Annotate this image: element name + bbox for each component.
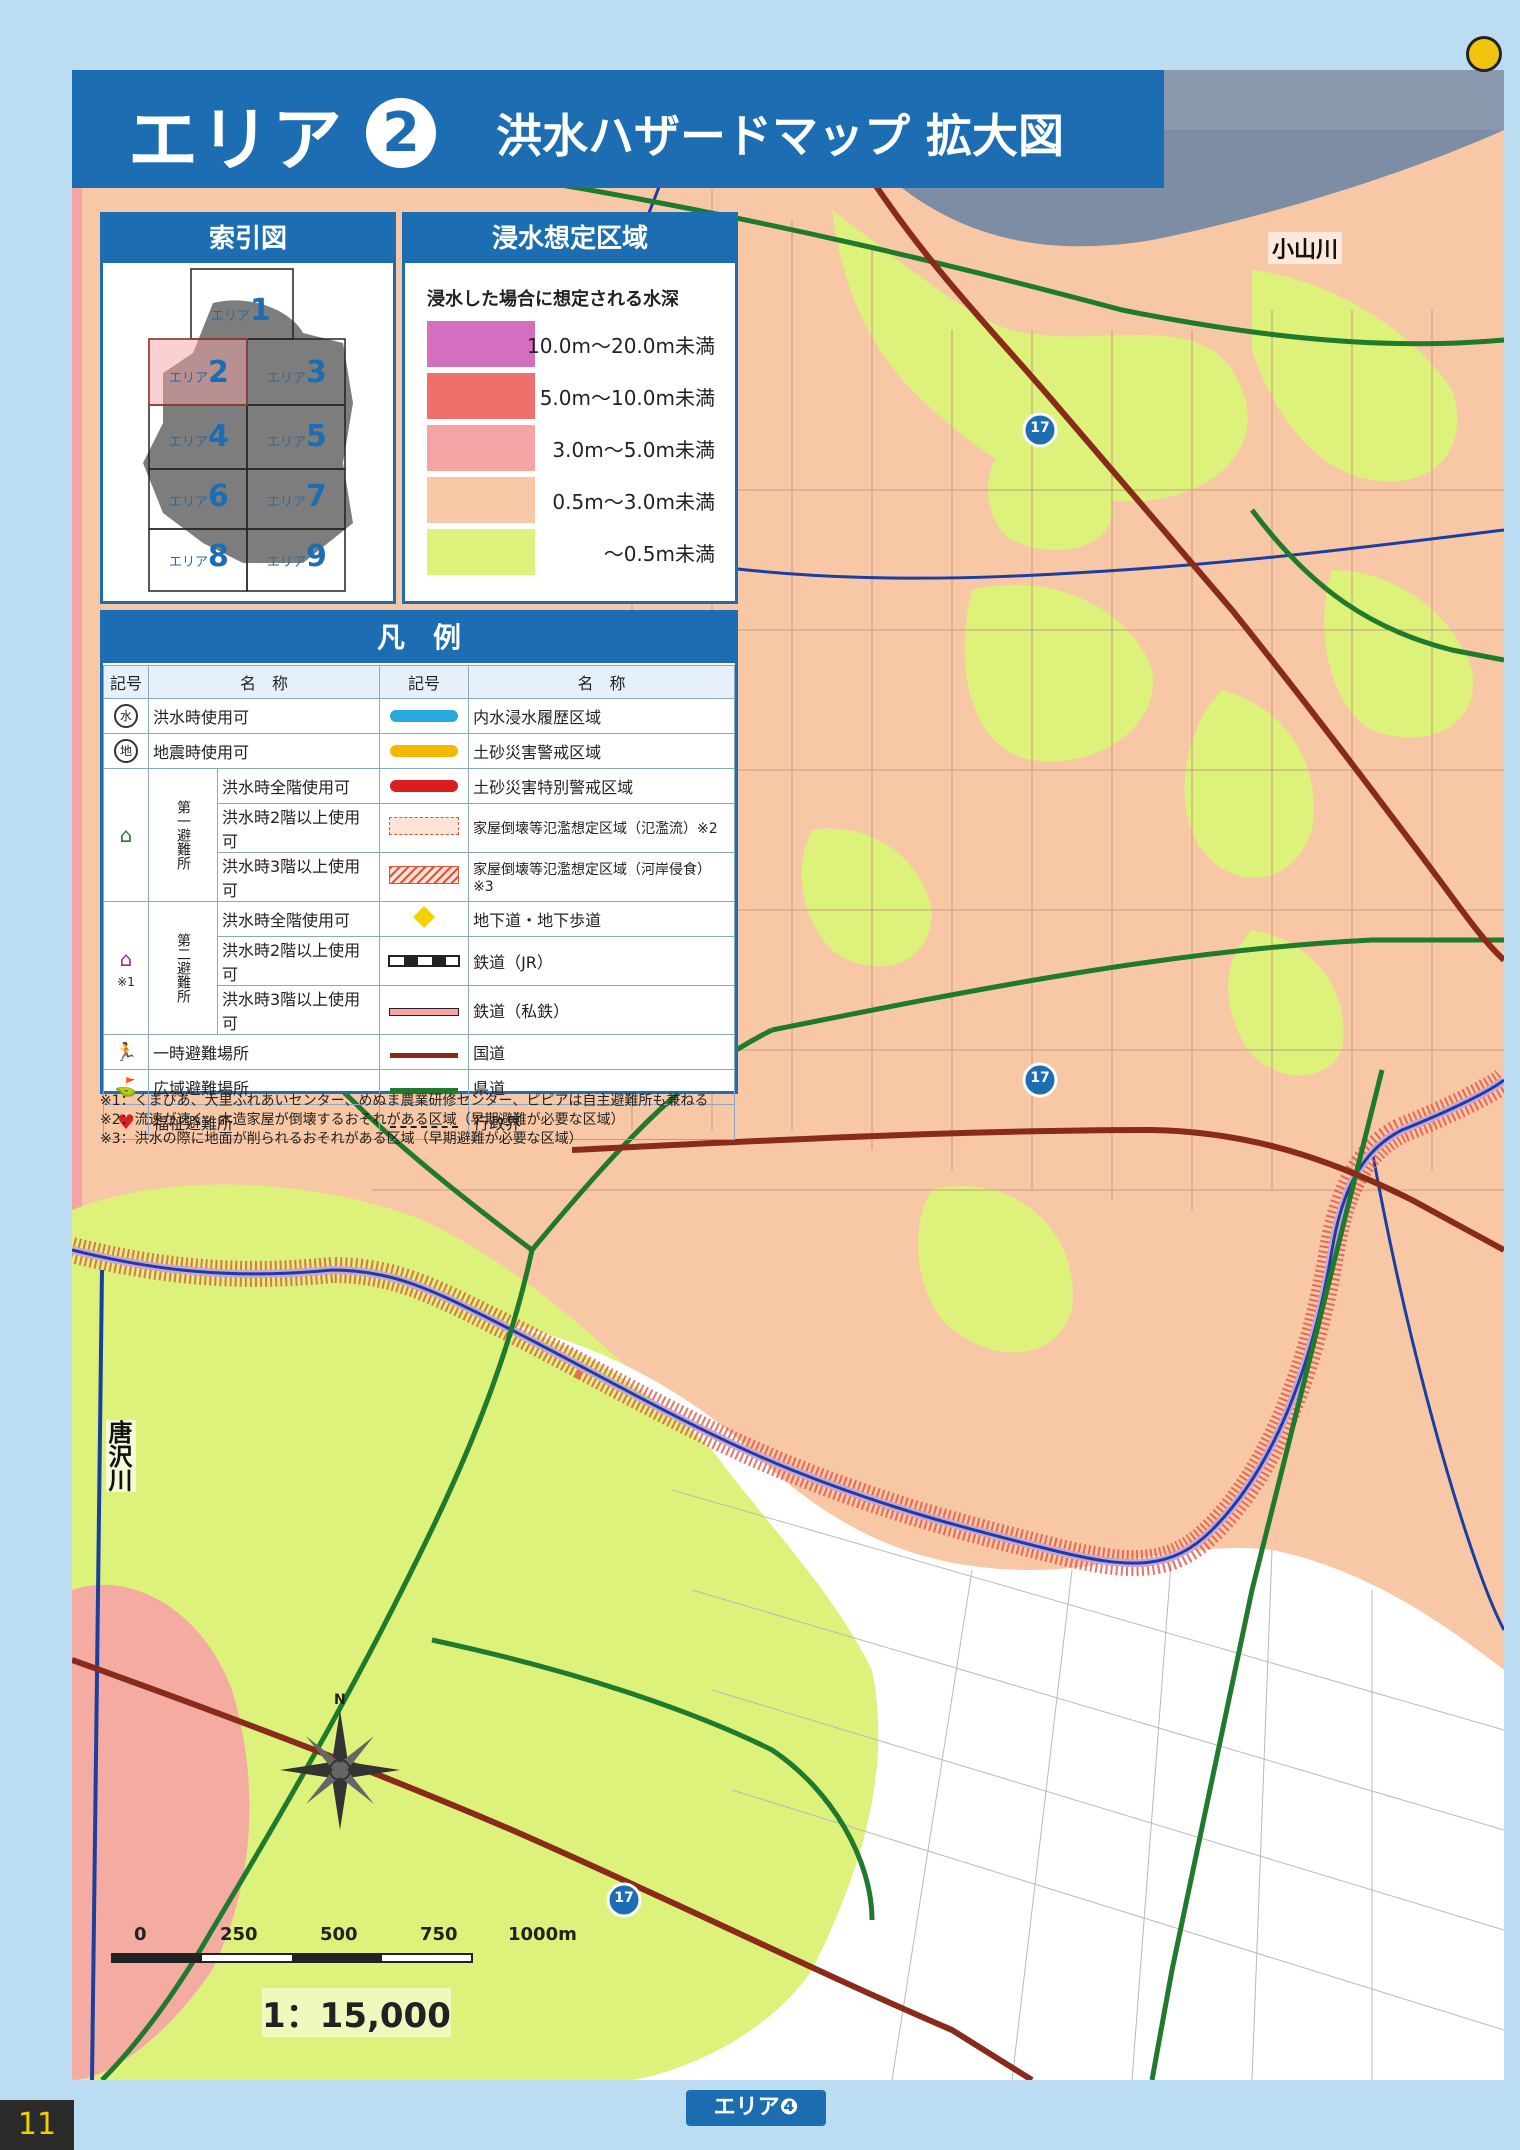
route-17-label: 17	[1030, 420, 1050, 436]
scale-tick-750: 750	[420, 1924, 458, 1945]
quake-use-icon: 地	[114, 739, 138, 763]
depth-row-10-20m: 10.0m～20.0m未満	[427, 321, 727, 367]
primary-floor2-label: 洪水時2階以上使用可	[216, 803, 381, 853]
index-cell-3[interactable]: エリア3	[267, 355, 327, 390]
flood-zone-caption: 浸水した場合に想定される水深	[427, 289, 679, 310]
index-cell-1[interactable]: エリア1	[211, 293, 271, 328]
landslide-warning-swatch	[390, 744, 459, 757]
col-name: 名 称	[147, 665, 381, 699]
col-name-2: 名 称	[468, 665, 735, 699]
primary-all-floors-label: 洪水時全階使用可	[216, 768, 381, 804]
page-title: エリア	[128, 99, 344, 181]
note-1: ※1：くまぴあ、大里ふれあいセンター、めぬま農業研修センター、ピピアは自主避難所…	[100, 1093, 709, 1109]
compass-north-label: N	[334, 1692, 346, 1708]
depth-row-3-5m: 3.0m～5.0m未満	[427, 425, 727, 471]
index-cell-5[interactable]: エリア5	[267, 419, 327, 454]
national-road-label: 国道	[468, 1034, 735, 1070]
depth-row-5-10m: 5.0m～10.0m未満	[427, 373, 727, 419]
gray-industrial-area	[1164, 70, 1504, 130]
symbol-legend-heading: 凡 例	[103, 613, 735, 663]
index-cell-4[interactable]: エリア4	[169, 419, 229, 454]
private-rail-label: 鉄道（私鉄）	[468, 985, 735, 1035]
inland-flood-history-label: 内水浸水履歴区域	[468, 698, 735, 734]
route-17-label: 17	[1030, 1070, 1050, 1086]
underpass-icon	[413, 906, 436, 928]
index-map-heading: 索引図	[103, 215, 393, 263]
jr-rail-label: 鉄道（JR）	[468, 936, 735, 986]
temp-evac-label: 一時避難場所	[147, 1034, 381, 1070]
scale-ratio: 1：15,000	[262, 1988, 451, 2037]
symbol-legend-table: 記号 名 称 記号 名 称 水 洪水時使用可 内水浸水履歴区域 地 地震時使用可…	[103, 665, 735, 1140]
index-map-panel: 索引図 エリア1 エリア2 エリア3 エリア4 エリア5 エリア6 エリア7 エ…	[100, 212, 396, 604]
national-road-swatch	[390, 1052, 459, 1058]
page-subtitle: 洪水ハザードマップ 拡大図	[496, 109, 1065, 163]
flood-zone-panel: 浸水想定区域 浸水した場合に想定される水深 10.0m～20.0m未満 5.0m…	[402, 212, 738, 604]
quake-use-label: 地震時使用可	[147, 733, 381, 769]
index-cell-6[interactable]: エリア6	[169, 479, 229, 514]
bank-erosion-swatch	[389, 866, 460, 884]
corner-mark-icon	[1466, 36, 1502, 72]
next-area-tab[interactable]: エリア❹	[686, 2090, 826, 2126]
primary-shelter-label: 第一避難所	[148, 768, 218, 902]
scale-tick-0: 0	[134, 1924, 147, 1945]
underpass-label: 地下道・地下歩道	[468, 901, 735, 937]
jr-rail-swatch	[388, 954, 461, 967]
scale-tick-500: 500	[320, 1924, 358, 1945]
flood-flow-label: 家屋倒壊等氾濫想定区域（氾濫流）※2	[468, 803, 735, 853]
landslide-special-label: 土砂災害特別警戒区域	[468, 768, 735, 804]
scale-tick-250: 250	[220, 1924, 258, 1945]
note-2: ※2：流速が速く、木造家屋が倒壊するおそれがある区域（早期避難が必要な区域）	[100, 1112, 625, 1128]
landslide-warning-label: 土砂災害警戒区域	[468, 733, 735, 769]
flood-zone-3-5m	[72, 170, 82, 1270]
depth-row-under-0-5m: ～0.5m未満	[427, 529, 727, 575]
flood-flow-swatch	[389, 817, 460, 835]
scale-bar	[111, 1953, 473, 1963]
bank-erosion-label: 家屋倒壊等氾濫想定区域（河岸侵食）※3	[468, 852, 735, 902]
temp-evac-icon: 🏃	[114, 1041, 138, 1063]
depth-row-0-5-3m: 0.5m～3.0m未満	[427, 477, 727, 523]
primary-floor3-label: 洪水時3階以上使用可	[216, 852, 381, 902]
col-symbol: 記号	[103, 665, 149, 699]
index-cell-8[interactable]: エリア8	[169, 539, 229, 574]
index-cell-2[interactable]: エリア2	[169, 355, 229, 390]
index-cell-7[interactable]: エリア7	[267, 479, 327, 514]
route-17-label: 17	[614, 1890, 634, 1906]
karasawa-river-label: 唐沢川	[104, 1420, 136, 1492]
note-3: ※3：洪水の際に地面が削られるおそれがある区域（早期避難が必要な区域）	[100, 1131, 583, 1147]
secondary-shelter-label: 第二避難所	[148, 901, 218, 1035]
col-symbol-2: 記号	[379, 665, 470, 699]
koyama-river-label: 小山川	[1268, 232, 1343, 264]
shelter-primary-icon: ⌂	[119, 823, 133, 847]
scale-tick-1000: 1000m	[508, 1924, 577, 1945]
note1-mark: ※1	[117, 974, 135, 989]
private-rail-swatch	[389, 1007, 460, 1016]
index-cell-9[interactable]: エリア9	[267, 539, 327, 574]
shelter-secondary-icon: ⌂	[119, 946, 133, 971]
secondary-floor3-label: 洪水時3階以上使用可	[216, 985, 381, 1035]
secondary-all-floors-label: 洪水時全階使用可	[216, 901, 381, 937]
legend-notes: ※1：くまぴあ、大里ふれあいセンター、めぬま農業研修センター、ピピアは自主避難所…	[100, 1092, 708, 1149]
landslide-special-swatch	[390, 779, 459, 792]
symbol-legend-panel: 凡 例 記号 名 称 記号 名 称 水 洪水時使用可 内水浸水履歴区域 地 地震…	[100, 610, 738, 1140]
secondary-floor2-label: 洪水時2階以上使用可	[216, 936, 381, 986]
page-number: 11	[0, 2100, 74, 2150]
flood-use-label: 洪水時使用可	[147, 698, 381, 734]
flood-zone-heading: 浸水想定区域	[405, 215, 735, 263]
flood-use-icon: 水	[114, 704, 138, 728]
inland-flood-history-swatch	[390, 709, 459, 722]
area-number-badge: 2	[366, 98, 436, 168]
